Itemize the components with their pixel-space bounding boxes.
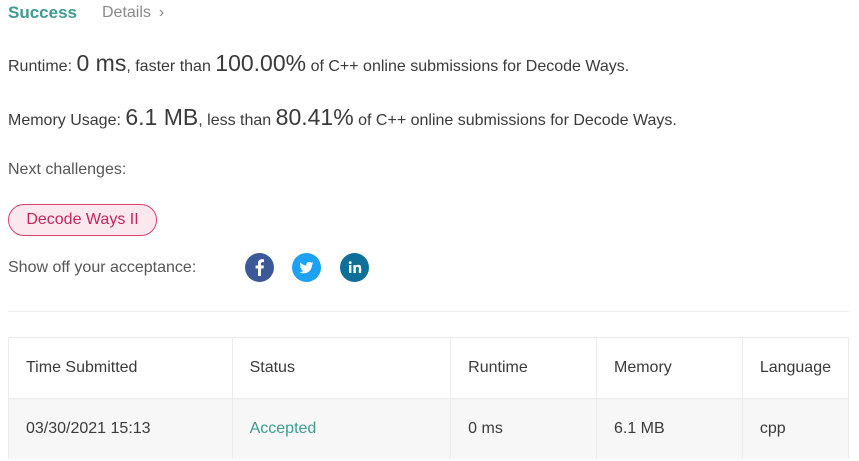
memory-value: 6.1 MB	[125, 104, 199, 130]
runtime-summary: Runtime: 0 ms, faster than 100.00% of C+…	[8, 50, 630, 76]
column-header-time-submitted: Time Submitted	[8, 337, 233, 399]
cell-status-accepted-link[interactable]: Accepted	[231, 398, 452, 459]
runtime-label: Runtime:	[8, 58, 73, 75]
next-challenges-label: Next challenges:	[8, 161, 127, 178]
memory-summary: Memory Usage: 6.1 MB, less than 80.41% o…	[8, 104, 677, 130]
twitter-icon[interactable]	[292, 253, 321, 282]
table-row: 03/30/2021 15:13 Accepted 0 ms 6.1 MB cp…	[8, 398, 850, 459]
cell-memory: 6.1 MB	[595, 398, 743, 459]
status-success: Success	[8, 3, 77, 22]
details-label: Details	[102, 4, 151, 21]
runtime-suffix: of C++ online submissions for Decode Way…	[310, 58, 630, 75]
table-header-row: Time Submitted Status Runtime Memory Lan…	[8, 337, 850, 399]
column-header-memory: Memory	[595, 337, 743, 399]
challenge-chip-decode-ways-ii[interactable]: Decode Ways II	[8, 204, 157, 236]
memory-label: Memory Usage:	[8, 112, 121, 129]
cell-runtime: 0 ms	[450, 398, 597, 459]
column-header-language: Language	[741, 337, 850, 399]
column-header-runtime: Runtime	[450, 337, 597, 399]
share-label: Show off your acceptance:	[8, 259, 197, 276]
runtime-value: 0 ms	[76, 50, 127, 76]
section-divider	[8, 311, 849, 312]
memory-suffix: of C++ online submissions for Decode Way…	[358, 112, 677, 129]
cell-language: cpp	[741, 398, 850, 459]
runtime-percent: 100.00%	[215, 50, 307, 76]
result-header: Success Details ›	[8, 2, 164, 24]
submissions-table: Time Submitted Status Runtime Memory Lan…	[8, 337, 850, 459]
cell-time-submitted: 03/30/2021 15:13	[8, 398, 233, 459]
runtime-comparison: faster than	[135, 58, 211, 75]
memory-percent: 80.41%	[275, 104, 354, 130]
column-header-status: Status	[231, 337, 452, 399]
details-link[interactable]: Details ›	[102, 4, 164, 22]
facebook-icon[interactable]	[245, 253, 274, 282]
memory-comparison: less than	[207, 112, 272, 129]
linkedin-icon[interactable]	[340, 253, 369, 282]
chevron-right-icon: ›	[158, 4, 165, 21]
